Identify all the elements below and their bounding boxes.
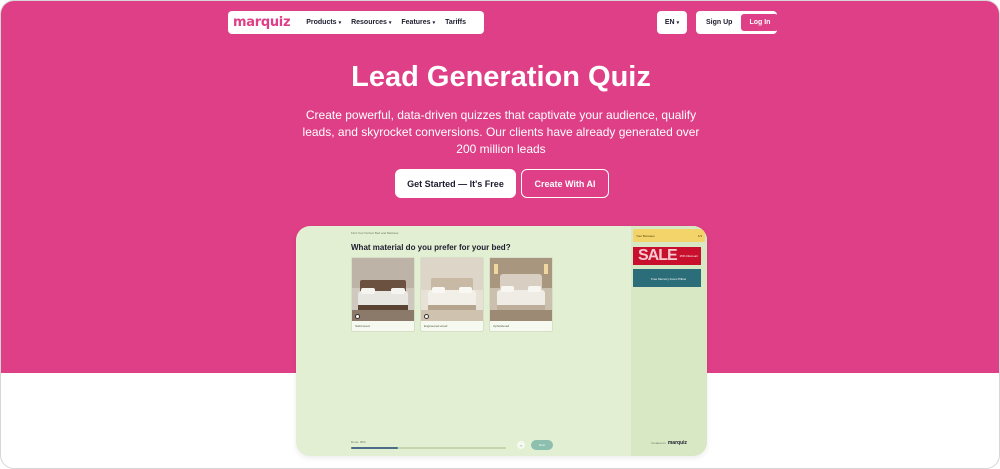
browser-frame: marquiz Products ▾ Resources ▾ Features … [0, 0, 1000, 469]
chevron-down-icon: ▾ [676, 19, 680, 26]
language-label: EN [664, 19, 675, 26]
nav-item-tariffs[interactable]: Tariffs [445, 19, 466, 26]
sign-up-link[interactable]: Sign Up [706, 19, 732, 26]
back-button[interactable]: ‹ [517, 441, 525, 449]
bonus-count: 1/3 [697, 233, 702, 238]
pillow-caption: Free Memory Foam Pillow [651, 277, 687, 281]
bonus-sidebar: Your Bonuses 1/3 SALE 15% Discount Free … [631, 226, 707, 456]
create-with-ai-button[interactable]: Create With AI [521, 169, 609, 198]
quiz-option-label: Solid wood [355, 324, 370, 328]
nav-item-label: Resources [351, 19, 387, 26]
sale-caption: 15% Discount [679, 254, 698, 258]
brand-logo[interactable]: marquiz [233, 15, 291, 30]
next-button[interactable]: Next [531, 440, 553, 450]
quiz-option-label: Engineered wood [424, 324, 448, 328]
powered-by-label: Created on [651, 441, 666, 445]
nav-item-products[interactable]: Products ▾ [306, 19, 341, 26]
quiz-option-label: Upholstered [493, 324, 510, 328]
bonus-sale-card[interactable]: SALE 15% Discount [633, 247, 701, 265]
main-nav: marquiz Products ▾ Resources ▾ Features … [228, 11, 484, 34]
nav-item-label: Products [306, 19, 337, 26]
chevron-down-icon: ▾ [432, 19, 436, 26]
bed-photo-icon [421, 258, 483, 321]
chevron-down-icon: ▾ [388, 19, 392, 26]
progress-fill [351, 447, 398, 449]
nav-item-label: Tariffs [445, 19, 466, 26]
language-selector[interactable]: EN ▾ [657, 11, 687, 34]
progress-bar [351, 447, 506, 449]
radio-icon [355, 314, 360, 319]
quiz-question: What material do you prefer for your bed… [351, 243, 511, 252]
quiz-option-solid-wood[interactable]: Solid wood [351, 257, 415, 332]
bed-photo-icon [352, 258, 414, 321]
quiz-option-upholstered[interactable]: Upholstered [489, 257, 553, 332]
powered-by: Created on marquiz [651, 440, 687, 446]
nav-item-resources[interactable]: Resources ▾ [351, 19, 391, 26]
nav-item-features[interactable]: Features ▾ [401, 19, 435, 26]
nav-item-label: Features [401, 19, 431, 26]
powered-by-brand: marquiz [667, 440, 688, 446]
chevron-down-icon: ▾ [338, 19, 342, 26]
bed-photo-icon [490, 258, 552, 321]
radio-icon [424, 314, 429, 319]
page-title: Lead Generation Quiz [351, 61, 651, 93]
bonus-pillow-card[interactable]: Free Memory Foam Pillow [633, 269, 701, 287]
hero-subtitle: Create powerful, data-driven quizzes tha… [302, 108, 700, 156]
get-started-button[interactable]: Get Started — It's Free [395, 169, 516, 198]
progress-label: Done: 30% [351, 440, 366, 444]
bonus-header: Your Bonuses 1/3 [633, 229, 705, 242]
bonus-title: Your Bonuses [636, 233, 655, 238]
quiz-option-engineered-wood[interactable]: Engineered wood [420, 257, 484, 332]
log-in-button[interactable]: Log In [741, 14, 779, 31]
quiz-preview: Find Your Perfect Bed and Mattress What … [296, 226, 707, 456]
sale-text: SALE [638, 247, 678, 264]
auth-group: Sign Up Log In [696, 11, 779, 34]
quiz-breadcrumb: Find Your Perfect Bed and Mattress [351, 231, 399, 235]
